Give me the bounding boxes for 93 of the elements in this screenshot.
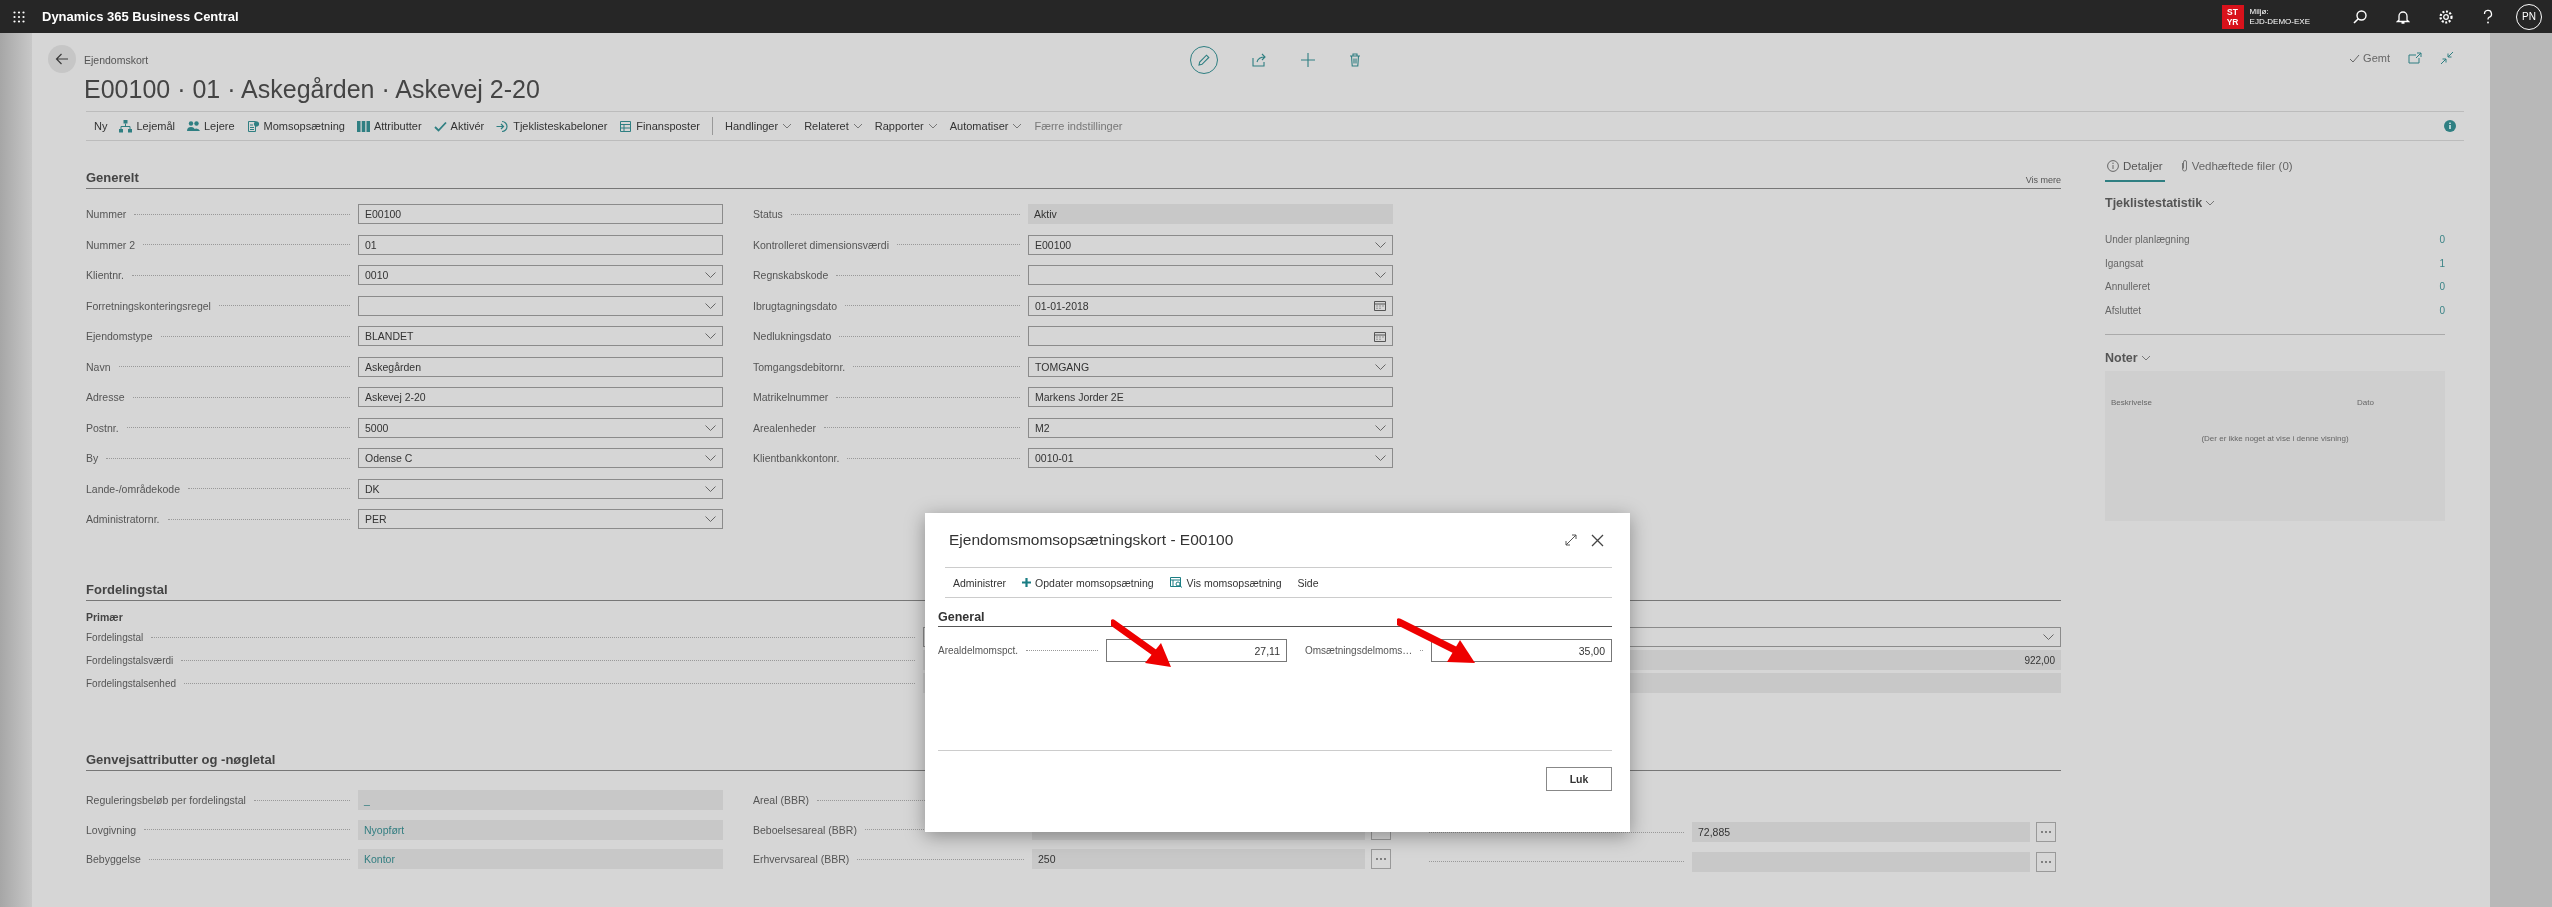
dialog-title: Ejendomsmomsopsætningskort - E00100 [949,531,1235,549]
field-label: Nummer 2 [86,238,135,251]
readonly-field: 250 [1032,849,1365,870]
column-header: Beskrivelse [2111,398,2152,407]
dropdown-field[interactable]: M2 [1028,417,1393,438]
field-label: Reguleringsbeløb per fordelingstal [86,794,246,807]
field-label: Arealdelmomspct. [938,645,1019,656]
input-field[interactable]: E00100 [358,204,723,225]
input-field[interactable]: Askegården [358,356,723,377]
action-button[interactable]: Aktivér [427,119,491,133]
section-title[interactable]: Fordelingstal [86,581,168,597]
field-label: Adresse [86,391,125,404]
action-button[interactable]: Momsopsætning [240,119,351,133]
field-label: Nummer [86,208,127,221]
environment-badge: ST YR [2221,4,2244,29]
close-button[interactable]: Luk [1546,767,1612,791]
action-button[interactable]: Tjeklisteskabeloner [490,119,614,133]
app-name[interactable]: Dynamics 365 Business Central [42,9,239,24]
field-label: Lande-/områdekode [86,482,180,495]
field-label: Fordelingstalsenhed [86,677,177,689]
dropdown-field[interactable]: TOMGANG [1028,356,1393,377]
dropdown-field[interactable]: BLANDET [358,326,723,347]
field-label: Nedlukningsdato [753,330,832,343]
field-label: Fordelingstalsværdi [86,654,174,666]
field-label: Omsætningsdelmoms… [1305,645,1413,656]
action-button[interactable]: Administrer [953,576,1007,589]
dropdown-field[interactable]: 0010-01 [1028,448,1393,469]
section-title[interactable]: Genvejsattributter og -nøgletal [86,751,276,767]
group-caption: Primær [86,610,123,623]
field-label: Bebyggelse [86,853,141,866]
field-label: Erhvervsareal (BBR) [753,853,850,866]
dropdown-field[interactable]: Odense C [358,448,723,469]
menu-button[interactable]: Relateret [798,120,869,132]
action-button[interactable]: Lejere [181,119,241,133]
environment-label: Miljø: [2249,6,2270,17]
notes-heading[interactable]: Noter [2105,351,2151,365]
menu-button[interactable]: Rapporter [868,120,944,132]
breadcrumb: Ejendomskort [84,54,150,66]
pane-tab[interactable]: Vedhæftede filer (0) [2178,155,2295,182]
stat-label: Under planlægning [2105,234,2190,246]
readonly-field: Aktiv [1028,204,1393,225]
date-field[interactable]: 01-01-2018 [1028,295,1393,316]
stat-label: Annulleret [2105,281,2151,293]
field-label: Regnskabskode [753,269,829,282]
field-label: Lovgivning [86,823,137,836]
field-label: Forretningskonteringsregel [86,299,211,312]
field-label: Ibrugtagningsdato [753,299,838,312]
field-label: By [86,452,99,465]
section-title[interactable]: Generelt [86,170,139,185]
stat-label: Afsluttet [2105,304,2142,316]
dropdown-field[interactable]: PER [358,509,723,530]
field-label: Matrikelnummer [753,391,829,404]
pane-tab[interactable]: Detaljer [2105,155,2165,182]
action-button[interactable]: Ny [88,120,114,132]
action-button[interactable]: Side [1297,576,1319,589]
section-title[interactable]: General [938,598,1612,627]
action-button[interactable]: Vis momsopsætning [1169,576,1282,589]
field-label: Fordelingstal [86,631,144,643]
field-label: Ejendomstype [86,330,153,343]
dropdown-field[interactable]: 5000 [358,417,723,438]
stats-heading[interactable]: Tjeklistestatistik [2105,196,2216,210]
environment-name: EJD-DEMO-EXE [2249,16,2310,27]
field-label: Arealenheder [753,421,817,434]
menu-button[interactable]: Handlinger [718,120,799,132]
dropdown-field[interactable]: E00100 [1028,234,1393,255]
input-field[interactable]: 01 [358,234,723,255]
field-label: Klientbankkontonr. [753,452,840,465]
column-header: Dato [2357,398,2374,407]
field-label: Navn [86,360,111,373]
dropdown-field[interactable]: 0010 [358,265,723,286]
input-field[interactable]: 27,11 [1106,639,1287,662]
field-label: Beboelsesareal (BBR) [753,823,857,836]
action-button[interactable]: Opdater momsopsætning [1022,576,1154,589]
stat-label: Igangsat [2105,257,2144,269]
action-button[interactable]: Finansposter [613,119,706,133]
field-label: Postnr. [86,421,119,434]
field-label: Tomgangsdebitornr. [753,360,846,373]
dropdown-field[interactable]: DK [358,478,723,499]
action-button[interactable]: Attributter [350,119,428,133]
readonly-field: 72,885 [1692,822,2030,843]
field-label: Status [753,208,783,221]
show-more-link[interactable]: Vis mere [2025,175,2061,185]
input-field[interactable]: Markens Jorder 2E [1028,387,1393,408]
save-status-text: Gemt [2363,52,2390,64]
field-label: Kontrolleret dimensionsværdi [753,238,889,251]
menu-button[interactable]: Automatiser [943,120,1029,132]
field-label: Areal (BBR) [753,794,809,807]
field-label: Administratornr. [86,513,160,526]
empty-message: (Der er ikke noget at vise i denne visning) [2200,434,2350,443]
page-title: E00100 · 01 · Askegården · Askevej 2-20 [84,75,540,104]
action-button[interactable]: Lejemål [113,119,181,133]
field-label: Klientnr. [86,269,124,282]
input-field[interactable]: Askevej 2-20 [358,387,723,408]
